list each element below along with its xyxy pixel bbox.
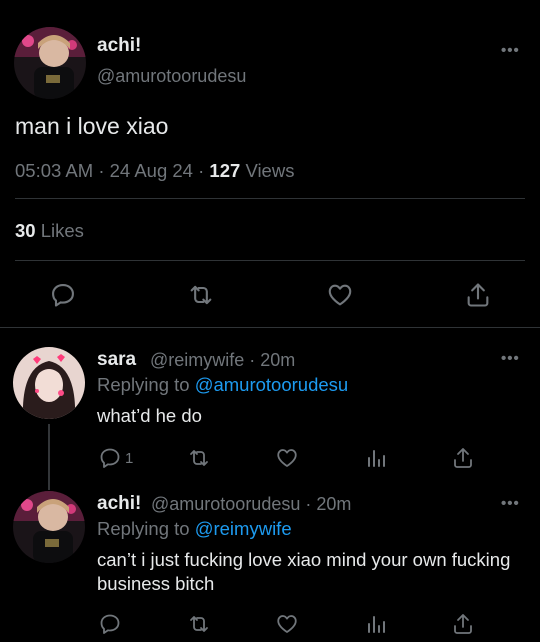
views-icon[interactable] <box>364 612 388 636</box>
thread-line <box>48 424 50 490</box>
reply-handle-time[interactable]: @amurotoorudesu · 20m <box>151 494 351 515</box>
share-icon[interactable] <box>451 612 475 636</box>
tweet-text: man i love xiao <box>15 113 169 139</box>
more-icon[interactable]: ••• <box>501 495 520 512</box>
reply-handle-time[interactable]: @reimywife · 20m <box>150 350 295 371</box>
divider <box>0 327 540 328</box>
reply-author-name[interactable]: achi! <box>97 493 141 515</box>
reply-count: 1 <box>125 450 134 467</box>
views-count: 127 <box>209 160 241 181</box>
views-icon[interactable] <box>364 446 388 470</box>
share-icon[interactable] <box>451 446 475 470</box>
replying-to: Replying to @amurotoorudesu <box>97 374 348 396</box>
tweet-meta: 05:03 AM · 24 Aug 24 · 127 Views <box>15 160 294 182</box>
avatar-achi[interactable] <box>13 491 85 563</box>
more-icon[interactable]: ••• <box>501 350 520 367</box>
likes-label: Likes <box>40 220 84 241</box>
like-icon[interactable] <box>275 612 299 636</box>
reply-text: can’t i just fucking love xiao mind your… <box>97 549 511 594</box>
share-icon[interactable] <box>464 281 492 309</box>
avatar-achi[interactable] <box>14 27 86 99</box>
likes-summary[interactable]: 30 Likes <box>15 220 84 242</box>
views-label: Views <box>245 160 295 181</box>
like-icon[interactable] <box>275 446 299 470</box>
reply-icon[interactable] <box>98 612 122 636</box>
likes-count: 30 <box>15 220 36 241</box>
tweet-time[interactable]: 05:03 AM <box>15 160 93 181</box>
retweet-icon[interactable] <box>187 612 211 636</box>
retweet-icon[interactable] <box>187 446 211 470</box>
replying-prefix: Replying to <box>97 374 190 395</box>
separator: · <box>198 160 205 181</box>
author-name[interactable]: achi! <box>97 35 141 57</box>
retweet-icon[interactable] <box>187 281 215 309</box>
more-icon[interactable]: ••• <box>501 42 520 59</box>
divider <box>15 198 525 199</box>
author-handle[interactable]: @amurotoorudesu <box>97 66 246 87</box>
reply-icon[interactable] <box>98 446 122 470</box>
reply-icon[interactable] <box>49 281 77 309</box>
reply-text: what’d he do <box>97 405 202 426</box>
replying-prefix: Replying to <box>97 518 190 539</box>
replying-to: Replying to @reimywife <box>97 518 292 540</box>
avatar-sara[interactable] <box>13 347 85 419</box>
tweet-date[interactable]: 24 Aug 24 <box>110 160 193 181</box>
divider <box>15 260 525 261</box>
reply-author-name[interactable]: sara <box>97 349 136 371</box>
mention-link[interactable]: @reimywife <box>195 518 292 539</box>
mention-link[interactable]: @amurotoorudesu <box>195 374 349 395</box>
like-icon[interactable] <box>326 281 354 309</box>
separator: · <box>98 160 105 181</box>
